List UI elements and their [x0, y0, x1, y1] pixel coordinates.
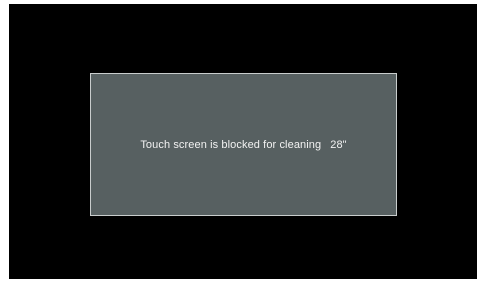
cleaning-lock-message: Touch screen is blocked for cleaning 28"	[91, 74, 396, 215]
cleaning-lock-text: Touch screen is blocked for cleaning	[140, 138, 322, 151]
cleaning-countdown: 28"	[330, 138, 347, 151]
cleaning-lock-dialog: Touch screen is blocked for cleaning 28"	[90, 73, 397, 216]
display-screen: Touch screen is blocked for cleaning 28"	[9, 4, 477, 279]
screenshot-frame: Touch screen is blocked for cleaning 28"	[0, 0, 486, 283]
